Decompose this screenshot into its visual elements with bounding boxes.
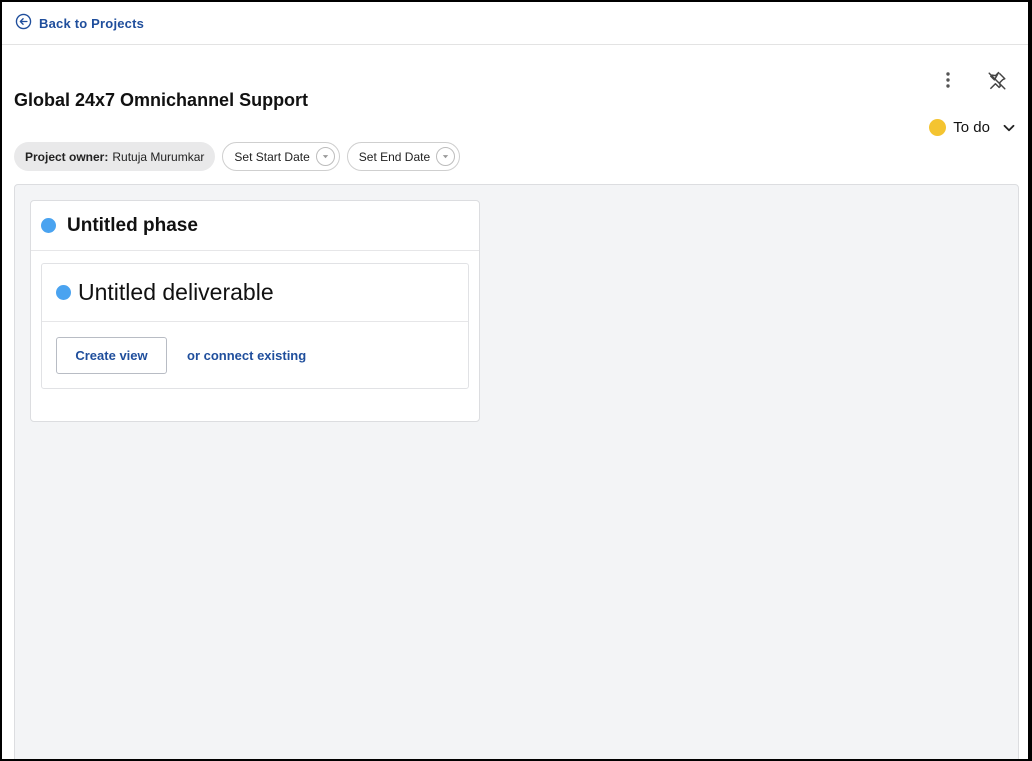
- caret-down-icon: [436, 147, 456, 166]
- status-dot: [929, 119, 947, 136]
- project-owner-chip: Project owner: Rutuja Murumkar: [14, 142, 216, 171]
- arrow-left-circle-icon: [15, 13, 32, 33]
- phase-header: Untitled phase: [31, 201, 479, 251]
- page-title: Global 24x7 Omnichannel Support: [14, 90, 309, 110]
- set-start-date-button[interactable]: Set Start Date: [222, 142, 340, 171]
- back-to-projects-link[interactable]: Back to Projects: [15, 13, 144, 33]
- deliverable-card[interactable]: Untitled deliverable Create view or conn…: [41, 263, 469, 389]
- more-vertical-icon: [946, 72, 950, 88]
- phase-title[interactable]: Untitled phase: [67, 215, 198, 237]
- caret-down-icon: [315, 147, 335, 166]
- set-end-date-button[interactable]: Set End Date: [346, 142, 461, 171]
- project-header: Global 24x7 Omnichannel Support To do Pr…: [2, 45, 1028, 171]
- back-link-label: Back to Projects: [39, 15, 145, 31]
- deliverable-status-dot: [56, 285, 71, 300]
- connect-existing-link[interactable]: or connect existing: [187, 348, 306, 363]
- pin-off-icon: [988, 71, 1006, 90]
- status-dropdown[interactable]: To do: [929, 119, 1016, 136]
- deliverable-header: Untitled deliverable: [42, 264, 468, 322]
- create-view-button[interactable]: Create view: [56, 336, 167, 374]
- deliverable-title[interactable]: Untitled deliverable: [78, 279, 274, 306]
- unpin-button[interactable]: [986, 70, 1008, 92]
- deliverable-actions: Create view or connect existing: [42, 322, 468, 388]
- chevron-down-icon: [1003, 124, 1015, 131]
- owner-label: Project owner:: [25, 149, 109, 164]
- phases-board: Untitled phase Untitled deliverable Crea…: [14, 184, 1019, 759]
- owner-name: Rutuja Murumkar: [112, 149, 205, 164]
- app-window: Back to Projects Global 24x7 Omnichannel…: [2, 2, 1028, 759]
- project-meta-chips: Project owner: Rutuja Murumkar Set Start…: [14, 142, 461, 171]
- phase-status-dot: [41, 218, 56, 233]
- start-date-label: Set Start Date: [234, 149, 310, 164]
- more-options-button[interactable]: [940, 71, 956, 89]
- phase-card[interactable]: Untitled phase Untitled deliverable Crea…: [30, 200, 480, 422]
- status-label: To do: [953, 119, 990, 136]
- top-bar: Back to Projects: [2, 2, 1028, 45]
- end-date-label: Set End Date: [358, 149, 431, 164]
